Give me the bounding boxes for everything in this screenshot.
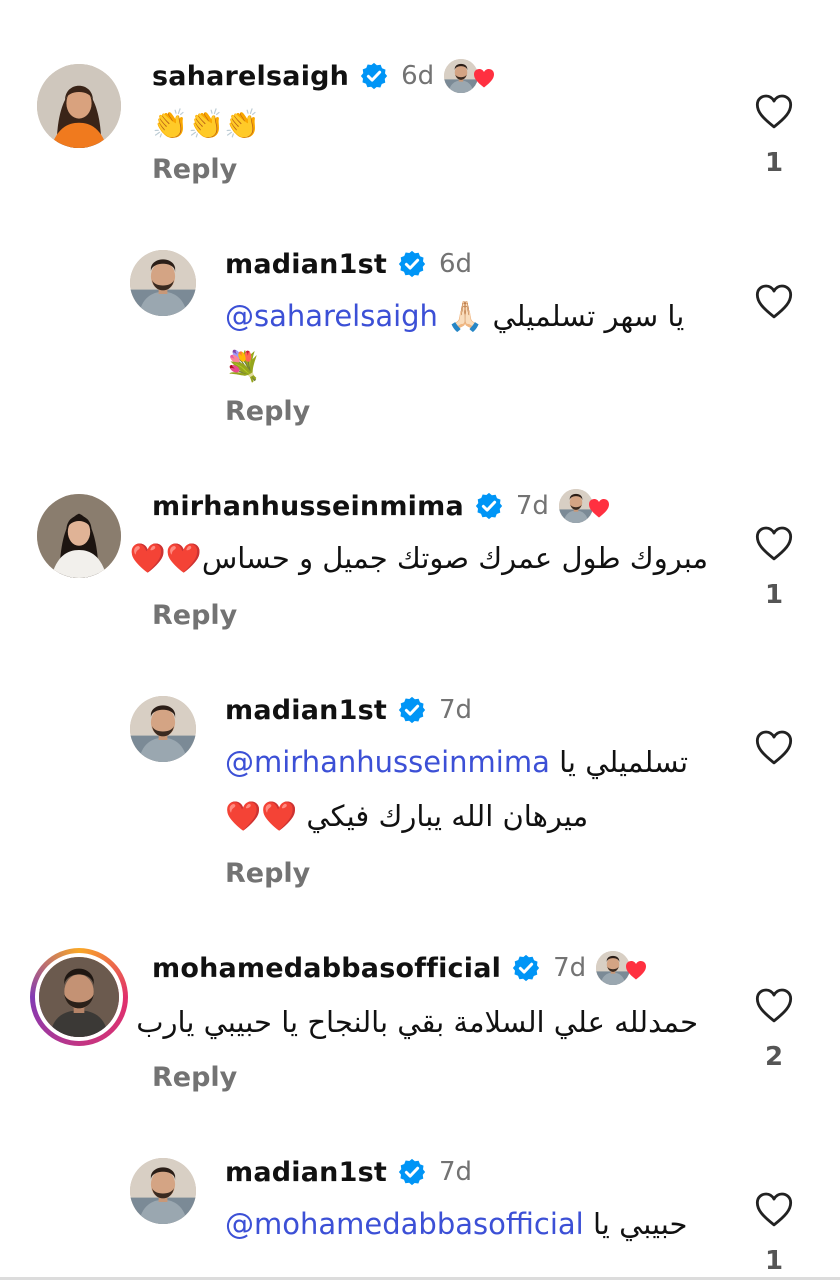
timestamp: 6d: [401, 61, 435, 91]
heart-outline-icon: [754, 1190, 794, 1228]
like-button[interactable]: [752, 728, 796, 784]
like-count: 1: [764, 580, 784, 610]
verified-badge-icon: [511, 953, 541, 983]
timestamp: 6d: [438, 249, 472, 279]
timestamp: 7d: [438, 1157, 472, 1187]
liked-by-author-badge: [444, 59, 498, 93]
comment-text-line: @mohamedabbasofficial حبيبي يا: [225, 1198, 687, 1250]
like-button[interactable]: [752, 282, 796, 338]
verified-badge-icon: [397, 695, 427, 725]
timestamp: 7d: [438, 695, 472, 725]
avatar-image: [130, 1158, 196, 1224]
avatar-image: [37, 64, 121, 148]
red-heart-icon: [472, 67, 496, 89]
username[interactable]: mohamedabbasofficial: [152, 953, 501, 984]
avatar-image: [130, 696, 196, 762]
reply-button[interactable]: Reply: [225, 396, 310, 427]
verified-badge-icon: [474, 491, 504, 521]
heart-outline-icon: [754, 524, 794, 562]
username[interactable]: saharelsaigh: [152, 61, 349, 92]
avatar-with-story-ring[interactable]: [30, 948, 128, 1046]
reply-button[interactable]: Reply: [152, 154, 237, 185]
like-button[interactable]: 1: [752, 92, 796, 178]
comment-header: madian1st 6d: [225, 244, 472, 284]
mention-link[interactable]: @mirhanhusseinmima: [225, 745, 550, 779]
like-count: 1: [764, 1246, 784, 1276]
comment-text: حبيبي يا: [592, 1207, 688, 1241]
avatar-image: [130, 250, 196, 316]
heart-outline-icon: [754, 728, 794, 766]
liked-by-author-badge: [558, 489, 613, 523]
comment-text-line-2: 💐: [225, 349, 262, 383]
avatar[interactable]: [37, 64, 121, 148]
reply-button[interactable]: Reply: [152, 1062, 237, 1093]
comment-text-line-2: ميرهان الله يبارك فيكي ❤️❤️: [225, 799, 589, 833]
timestamp: 7d: [553, 953, 587, 983]
reply-button[interactable]: Reply: [225, 858, 310, 889]
red-heart-icon: [624, 959, 648, 981]
like-button[interactable]: 1: [752, 524, 796, 610]
heart-outline-icon: [754, 92, 794, 130]
avatar[interactable]: [37, 494, 121, 578]
like-count: 2: [764, 1042, 784, 1072]
avatar[interactable]: [130, 250, 196, 316]
verified-badge-icon: [359, 61, 389, 91]
heart-outline-icon: [754, 282, 794, 320]
comment-header: mohamedabbasofficial 7d: [152, 948, 650, 988]
verified-badge-icon: [397, 249, 427, 279]
comment-text-line: @mirhanhusseinmima تسلميلي يا: [225, 736, 688, 788]
liked-by-author-badge: [596, 951, 650, 985]
comment-header: madian1st 7d: [225, 690, 472, 730]
heart-outline-icon: [754, 986, 794, 1024]
comment-header: madian1st 7d: [225, 1152, 472, 1192]
timestamp: 7d: [515, 491, 549, 521]
username[interactable]: madian1st: [225, 695, 387, 726]
like-button[interactable]: 2: [752, 986, 796, 1072]
comment-text: يا سهر تسلميلي 🙏🏻: [447, 299, 685, 333]
mention-link[interactable]: @mohamedabbasofficial: [225, 1207, 584, 1241]
mention-link[interactable]: @saharelsaigh: [225, 299, 438, 333]
username[interactable]: mirhanhusseinmima: [152, 491, 464, 522]
avatar-image: [39, 957, 119, 1037]
like-button[interactable]: 1: [752, 1190, 796, 1276]
username[interactable]: madian1st: [225, 249, 387, 280]
like-count: 1: [764, 148, 784, 178]
comment-text: تسلميلي يا: [559, 745, 689, 779]
verified-badge-icon: [397, 1157, 427, 1187]
comment-text-line: @saharelsaigh يا سهر تسلميلي 🙏🏻: [225, 290, 684, 342]
red-heart-icon: [587, 497, 611, 519]
username[interactable]: madian1st: [225, 1157, 387, 1188]
avatar-image: [37, 494, 121, 578]
comment-text: حمدلله علي السلامة بقي بالنجاح يا حبيبي …: [136, 1005, 698, 1039]
avatar[interactable]: [130, 1158, 196, 1224]
avatar[interactable]: [130, 696, 196, 762]
comment-text: 👏👏👏: [152, 107, 261, 141]
comment-header: mirhanhusseinmima 7d: [152, 486, 613, 526]
comment-text: مبروك طول عمرك صوتك جميل و حساس❤️❤️: [129, 541, 708, 575]
reply-button[interactable]: Reply: [152, 600, 237, 631]
comment-header: saharelsaigh 6d: [152, 56, 498, 96]
